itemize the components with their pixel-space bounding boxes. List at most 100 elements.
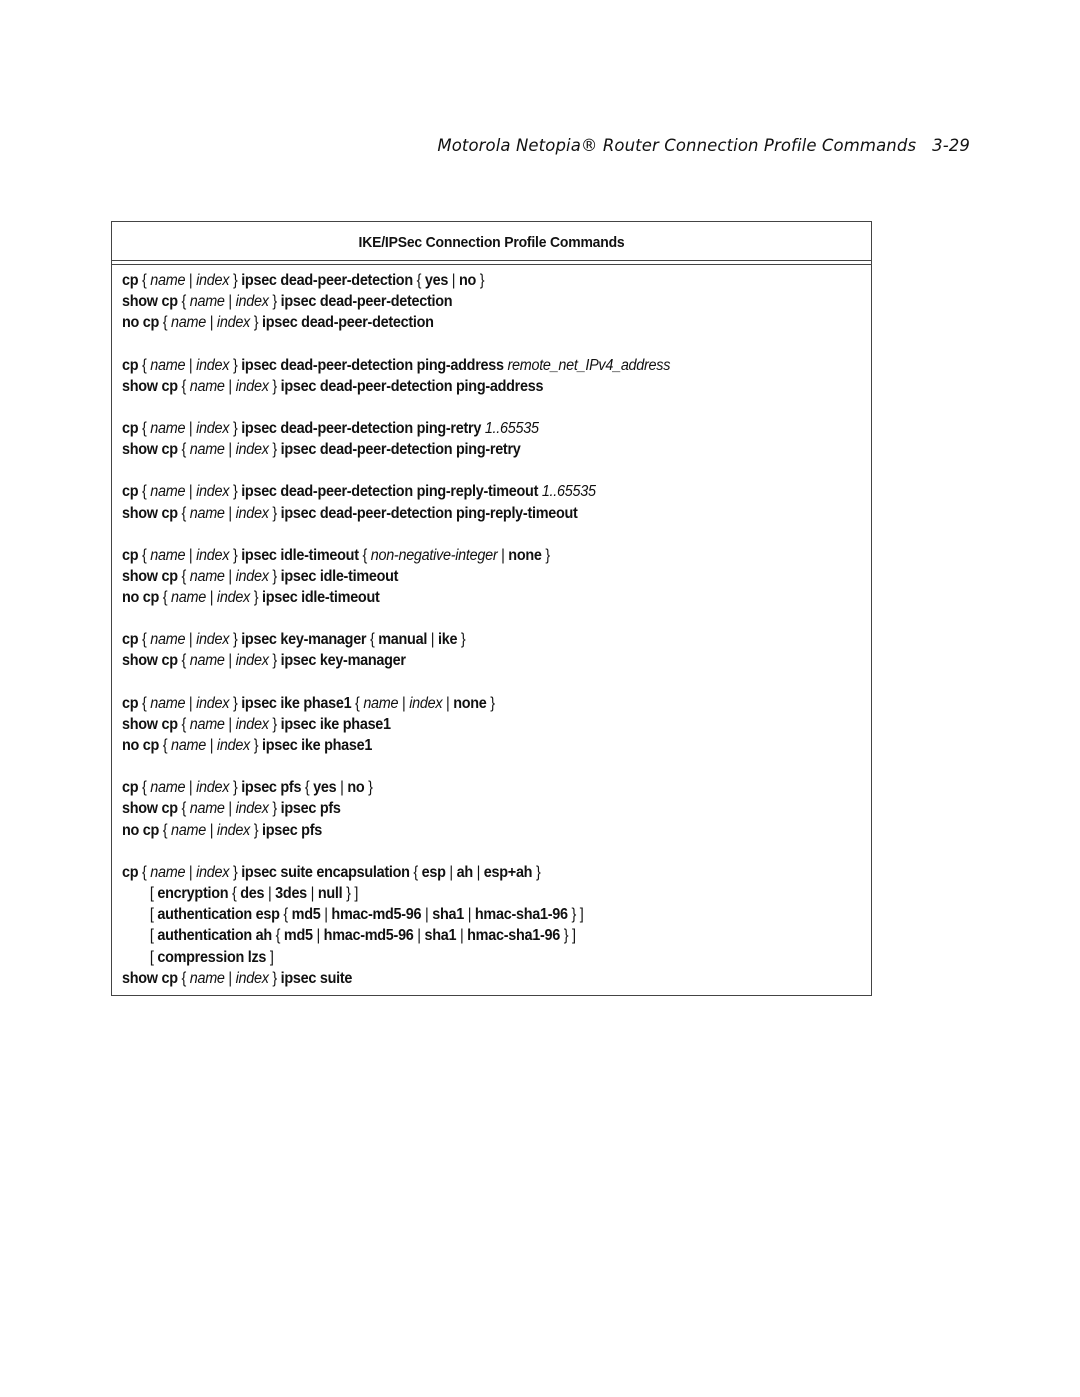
- syntax-punctuation: }: [249, 821, 262, 839]
- syntax-punctuation: {: [177, 377, 190, 395]
- syntax-punctuation: }: [541, 546, 550, 564]
- syntax-punctuation: |: [224, 567, 236, 585]
- syntax-punctuation: |: [472, 863, 484, 881]
- syntax-punctuation: |: [185, 483, 197, 501]
- syntax-punctuation: {: [138, 272, 151, 289]
- syntax-punctuation: |: [456, 927, 468, 945]
- syntax-punctuation: |: [224, 293, 236, 311]
- keyword: ipsec idle-timeout: [261, 589, 380, 607]
- syntax-punctuation: }: [268, 293, 281, 311]
- syntax-punctuation: {: [138, 356, 151, 374]
- syntax-punctuation: {: [412, 272, 425, 289]
- keyword: sha1: [424, 927, 457, 945]
- keyword: encryption: [157, 884, 229, 902]
- keyword: ipsec dead-peer-detection ping-address: [280, 377, 544, 395]
- parameter: index: [196, 863, 230, 881]
- keyword: 3des: [275, 884, 307, 902]
- syntax-punctuation: |: [445, 863, 457, 881]
- parameter: remote_net_IPv4_address: [507, 356, 671, 374]
- keyword: show cp: [122, 377, 178, 395]
- syntax-punctuation: |: [224, 504, 236, 522]
- syntax-punctuation: {: [279, 906, 292, 924]
- keyword: esp+ah: [483, 863, 533, 881]
- keyword: show cp: [122, 441, 178, 459]
- parameter: name: [150, 356, 186, 374]
- command-list: cp { name | index } ipsec dead-peer-dete…: [122, 270, 871, 1010]
- command-line: cp { name | index } ipsec dead-peer-dete…: [122, 481, 819, 502]
- syntax-punctuation: }: [268, 715, 281, 733]
- syntax-punctuation: }: [229, 356, 242, 374]
- syntax-punctuation: {: [177, 567, 190, 585]
- syntax-punctuation: [: [149, 906, 158, 924]
- parameter: name: [150, 631, 186, 649]
- parameter: name: [171, 589, 206, 607]
- keyword: cp: [122, 272, 139, 289]
- keyword: manual: [378, 631, 428, 649]
- syntax-punctuation: {: [159, 314, 172, 332]
- syntax-punctuation: } ]: [559, 927, 576, 945]
- keyword: no: [458, 272, 477, 289]
- keyword: des: [240, 884, 265, 902]
- syntax-punctuation: |: [205, 737, 217, 754]
- keyword: none: [453, 694, 487, 712]
- syntax-punctuation: }: [229, 631, 242, 649]
- parameter: index: [196, 694, 230, 712]
- keyword: show cp: [122, 800, 178, 818]
- command-line: cp { name | index } ipsec ike phase1 { n…: [122, 693, 819, 714]
- table-title: IKE/IPSec Connection Profile Commands: [358, 234, 625, 251]
- keyword: yes: [313, 779, 337, 797]
- syntax-punctuation: |: [442, 694, 454, 712]
- syntax-punctuation: {: [177, 441, 190, 459]
- command-line: show cp { name | index } ipsec dead-peer…: [122, 439, 819, 460]
- keyword: ipsec dead-peer-detection ping-address: [241, 356, 504, 374]
- command-line: show cp { name | index } ipsec pfs: [122, 798, 819, 819]
- keyword: ipsec ike phase1: [280, 715, 391, 733]
- command-option-line: [ authentication ah { md5 | hmac-md5-96 …: [122, 925, 819, 946]
- syntax-punctuation: {: [177, 715, 190, 733]
- keyword: ipsec pfs: [280, 800, 341, 818]
- command-group: cp { name | index } ipsec dead-peer-dete…: [122, 355, 871, 397]
- keyword: ipsec suite: [280, 969, 353, 987]
- syntax-punctuation: }: [532, 863, 541, 881]
- syntax-punctuation: }: [249, 589, 262, 607]
- syntax-punctuation: |: [185, 631, 197, 649]
- keyword: yes: [424, 272, 449, 289]
- parameter: name: [150, 863, 186, 881]
- command-line: cp { name | index } ipsec idle-timeout {…: [122, 545, 819, 566]
- command-line: cp { name | index } ipsec pfs { yes | no…: [122, 777, 819, 798]
- command-group: cp { name | index } ipsec dead-peer-dete…: [122, 270, 871, 334]
- parameter: name: [189, 504, 225, 522]
- command-line: cp { name | index } ipsec key-manager { …: [122, 629, 819, 650]
- command-line: cp { name | index } ipsec dead-peer-dete…: [122, 270, 819, 291]
- command-line: cp { name | index } ipsec dead-peer-dete…: [122, 355, 819, 376]
- parameter: 1..65535: [484, 419, 539, 437]
- command-group: cp { name | index } ipsec pfs { yes | no…: [122, 777, 871, 841]
- syntax-punctuation: |: [413, 927, 425, 945]
- syntax-punctuation: {: [177, 652, 190, 670]
- keyword: ipsec key-manager: [241, 631, 367, 649]
- keyword: md5: [283, 927, 313, 945]
- keyword: cp: [122, 694, 139, 712]
- syntax-punctuation: {: [177, 969, 190, 987]
- syntax-punctuation: |: [205, 589, 217, 607]
- parameter: index: [235, 504, 269, 522]
- keyword: ipsec dead-peer-detection ping-retry: [241, 419, 482, 437]
- command-line: show cp { name | index } ipsec dead-peer…: [122, 291, 819, 312]
- syntax-punctuation: |: [224, 800, 236, 818]
- keyword: show cp: [122, 715, 178, 733]
- keyword: cp: [122, 483, 139, 501]
- parameter: name: [150, 419, 186, 437]
- parameter: name: [150, 694, 186, 712]
- keyword: cp: [122, 863, 139, 881]
- keyword: ipsec idle-timeout: [241, 546, 359, 564]
- syntax-punctuation: {: [228, 884, 241, 902]
- syntax-punctuation: }: [268, 969, 281, 987]
- syntax-punctuation: }: [249, 314, 262, 332]
- keyword: ipsec ike phase1: [261, 737, 373, 754]
- command-group: cp { name | index } ipsec key-manager { …: [122, 629, 871, 671]
- keyword: ipsec dead-peer-detection: [280, 293, 453, 311]
- syntax-punctuation: {: [301, 779, 314, 797]
- keyword: authentication esp: [157, 906, 280, 924]
- keyword: md5: [291, 906, 321, 924]
- parameter: index: [216, 589, 250, 607]
